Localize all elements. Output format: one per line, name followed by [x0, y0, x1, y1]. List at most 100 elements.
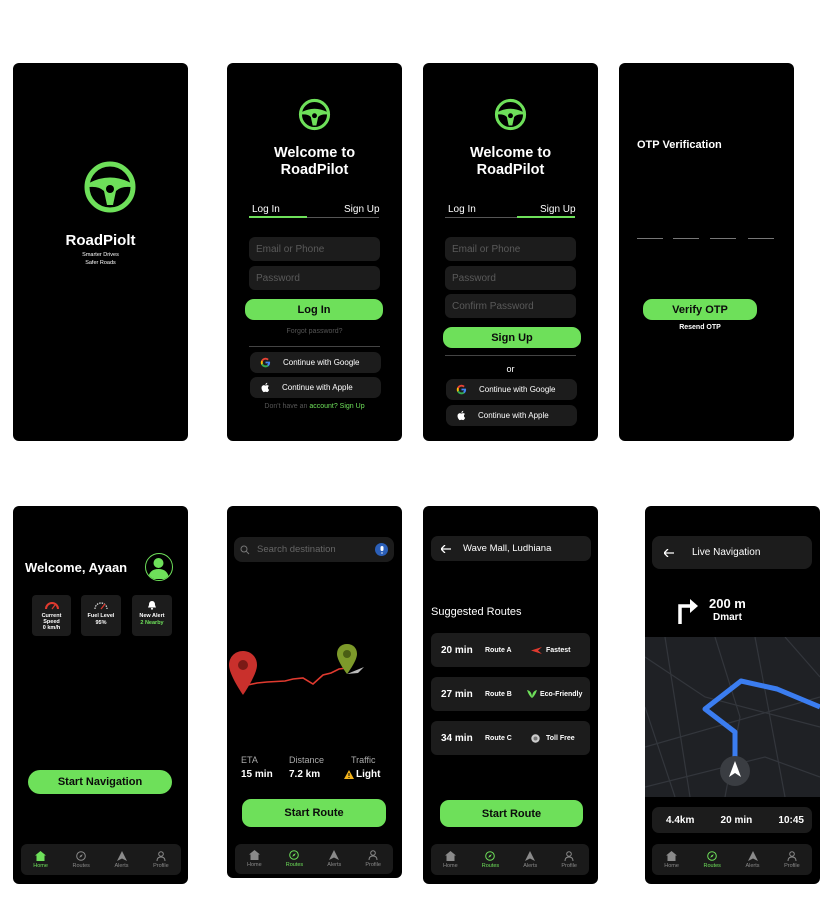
apple-button[interactable]: Continue with Apple: [250, 377, 381, 398]
otp-digit-3[interactable]: [710, 238, 736, 239]
otp-digit-2[interactable]: [673, 238, 699, 239]
tab-routes[interactable]: Routes: [481, 850, 500, 869]
compass-icon: [76, 850, 87, 861]
destination-pin-icon: [337, 644, 364, 674]
avatar[interactable]: [145, 553, 173, 581]
start-navigation-button[interactable]: Start Navigation: [28, 770, 172, 794]
tab-profile[interactable]: Profile: [153, 850, 169, 869]
apple-icon: [457, 410, 466, 421]
google-button[interactable]: Continue with Google: [250, 352, 381, 373]
trip-summary-bar: 4.4km 20 min 10:45: [652, 807, 812, 833]
signup-button[interactable]: Sign Up: [443, 327, 581, 348]
password-field[interactable]: Password: [249, 266, 380, 290]
fuel-label: Fuel Level: [87, 613, 115, 619]
remaining-time: 20 min: [720, 814, 753, 826]
tab-alerts[interactable]: Alerts: [745, 850, 760, 869]
compass-icon: [707, 850, 718, 861]
tab-signup[interactable]: Sign Up: [540, 204, 576, 215]
tab-home-label: Home: [443, 862, 458, 869]
tab-home[interactable]: Home: [443, 850, 458, 869]
signup-link[interactable]: account? Sign Up: [309, 403, 364, 410]
user-icon: [156, 850, 166, 861]
verify-otp-button[interactable]: Verify OTP: [643, 299, 757, 320]
tab-profile[interactable]: Profile: [561, 850, 577, 869]
turn-right-icon: [678, 599, 698, 624]
tab-alerts[interactable]: Alerts: [523, 850, 537, 869]
home-icon: [666, 850, 678, 861]
apple-icon: [261, 382, 270, 393]
mic-icon: [380, 545, 383, 554]
bottom-tab-bar: Home Routes Alerts Profile: [21, 844, 181, 875]
back-arrow-icon[interactable]: [441, 544, 451, 553]
route-name: Route B: [485, 690, 512, 698]
search-icon: [240, 545, 250, 554]
forgot-password-link[interactable]: Forgot password?: [227, 328, 402, 335]
tab-routes-label: Routes: [481, 862, 500, 869]
navigation-map: [645, 637, 820, 797]
tab-home[interactable]: Home: [247, 850, 262, 868]
route-option-c[interactable]: 34 min Route C Toll Free: [431, 721, 590, 755]
steering-wheel-icon: [298, 98, 331, 131]
tab-profile[interactable]: Profile: [365, 850, 381, 868]
tab-routes[interactable]: Routes: [72, 850, 90, 869]
search-bar[interactable]: Search destination: [234, 537, 394, 562]
tagline-2: Safer Roads: [85, 260, 116, 266]
tab-routes[interactable]: Routes: [286, 850, 303, 868]
turn-street: Dmart: [713, 612, 742, 623]
tab-profile-label: Profile: [784, 862, 800, 869]
mic-button[interactable]: [375, 543, 388, 556]
start-route-button[interactable]: Start Route: [242, 799, 386, 827]
steering-wheel-icon: [494, 98, 527, 131]
tab-login[interactable]: Log In: [448, 204, 476, 215]
navigation-arrow-icon: [747, 850, 758, 861]
route-tag: Eco-Friendly: [540, 690, 583, 698]
tab-login[interactable]: Log In: [252, 204, 280, 215]
tab-home-label: Home: [247, 862, 262, 868]
otp-title: OTP Verification: [637, 139, 722, 151]
tab-routes[interactable]: Routes: [703, 850, 721, 869]
password-field[interactable]: Password: [445, 266, 576, 290]
divider: [445, 355, 576, 356]
start-route-button[interactable]: Start Route: [440, 800, 583, 827]
route-name: Route C: [485, 734, 512, 742]
google-button[interactable]: Continue with Google: [446, 379, 577, 400]
user-icon: [787, 850, 797, 861]
compass-icon: [289, 850, 300, 860]
back-arrow-icon[interactable]: [664, 548, 674, 557]
login-screen: Welcome to RoadPilot Log In Sign Up Emai…: [227, 63, 402, 441]
welcome-title-line2: RoadPilot: [280, 162, 349, 178]
tab-alerts[interactable]: Alerts: [327, 850, 341, 868]
alert-card[interactable]: New Alert 2 Nearby: [132, 595, 172, 636]
user-icon: [148, 558, 169, 579]
login-button[interactable]: Log In: [245, 299, 383, 320]
route-time: 20 min: [441, 644, 473, 656]
route-tag: Fastest: [546, 646, 571, 654]
speedometer-icon: [44, 602, 59, 610]
tab-signup[interactable]: Sign Up: [344, 204, 380, 215]
apple-button[interactable]: Continue with Apple: [446, 405, 577, 426]
tab-home[interactable]: Home: [33, 850, 48, 869]
resend-otp-link[interactable]: Resend OTP: [643, 324, 757, 331]
speed-value: 0 km/h: [42, 625, 61, 631]
email-field[interactable]: Email or Phone: [445, 237, 576, 261]
tab-alerts[interactable]: Alerts: [114, 850, 129, 869]
tab-routes-label: Routes: [703, 862, 721, 869]
confirm-password-field[interactable]: Confirm Password: [445, 294, 576, 318]
tab-alerts-label: Alerts: [114, 862, 129, 869]
otp-digit-1[interactable]: [637, 238, 663, 239]
tab-home[interactable]: Home: [664, 850, 679, 869]
otp-screen: OTP Verification Verify OTP Resend OTP: [619, 63, 794, 441]
user-icon: [368, 850, 378, 860]
route-option-b[interactable]: 27 min Route B Eco-Friendly: [431, 677, 590, 711]
or-label: or: [506, 364, 515, 374]
route-option-a[interactable]: 20 min Route A Fastest: [431, 633, 590, 667]
signup-prompt-text: Don't have an: [264, 403, 310, 410]
email-field[interactable]: Email or Phone: [249, 237, 380, 261]
leaf-icon: [527, 690, 537, 698]
eta-label: ETA: [241, 755, 258, 765]
otp-digit-4[interactable]: [748, 238, 774, 239]
fuel-card: Fuel Level 95%: [81, 595, 121, 636]
tab-profile[interactable]: Profile: [784, 850, 800, 869]
eta-value: 15 min: [241, 769, 273, 780]
search-input[interactable]: Search destination: [257, 544, 336, 555]
